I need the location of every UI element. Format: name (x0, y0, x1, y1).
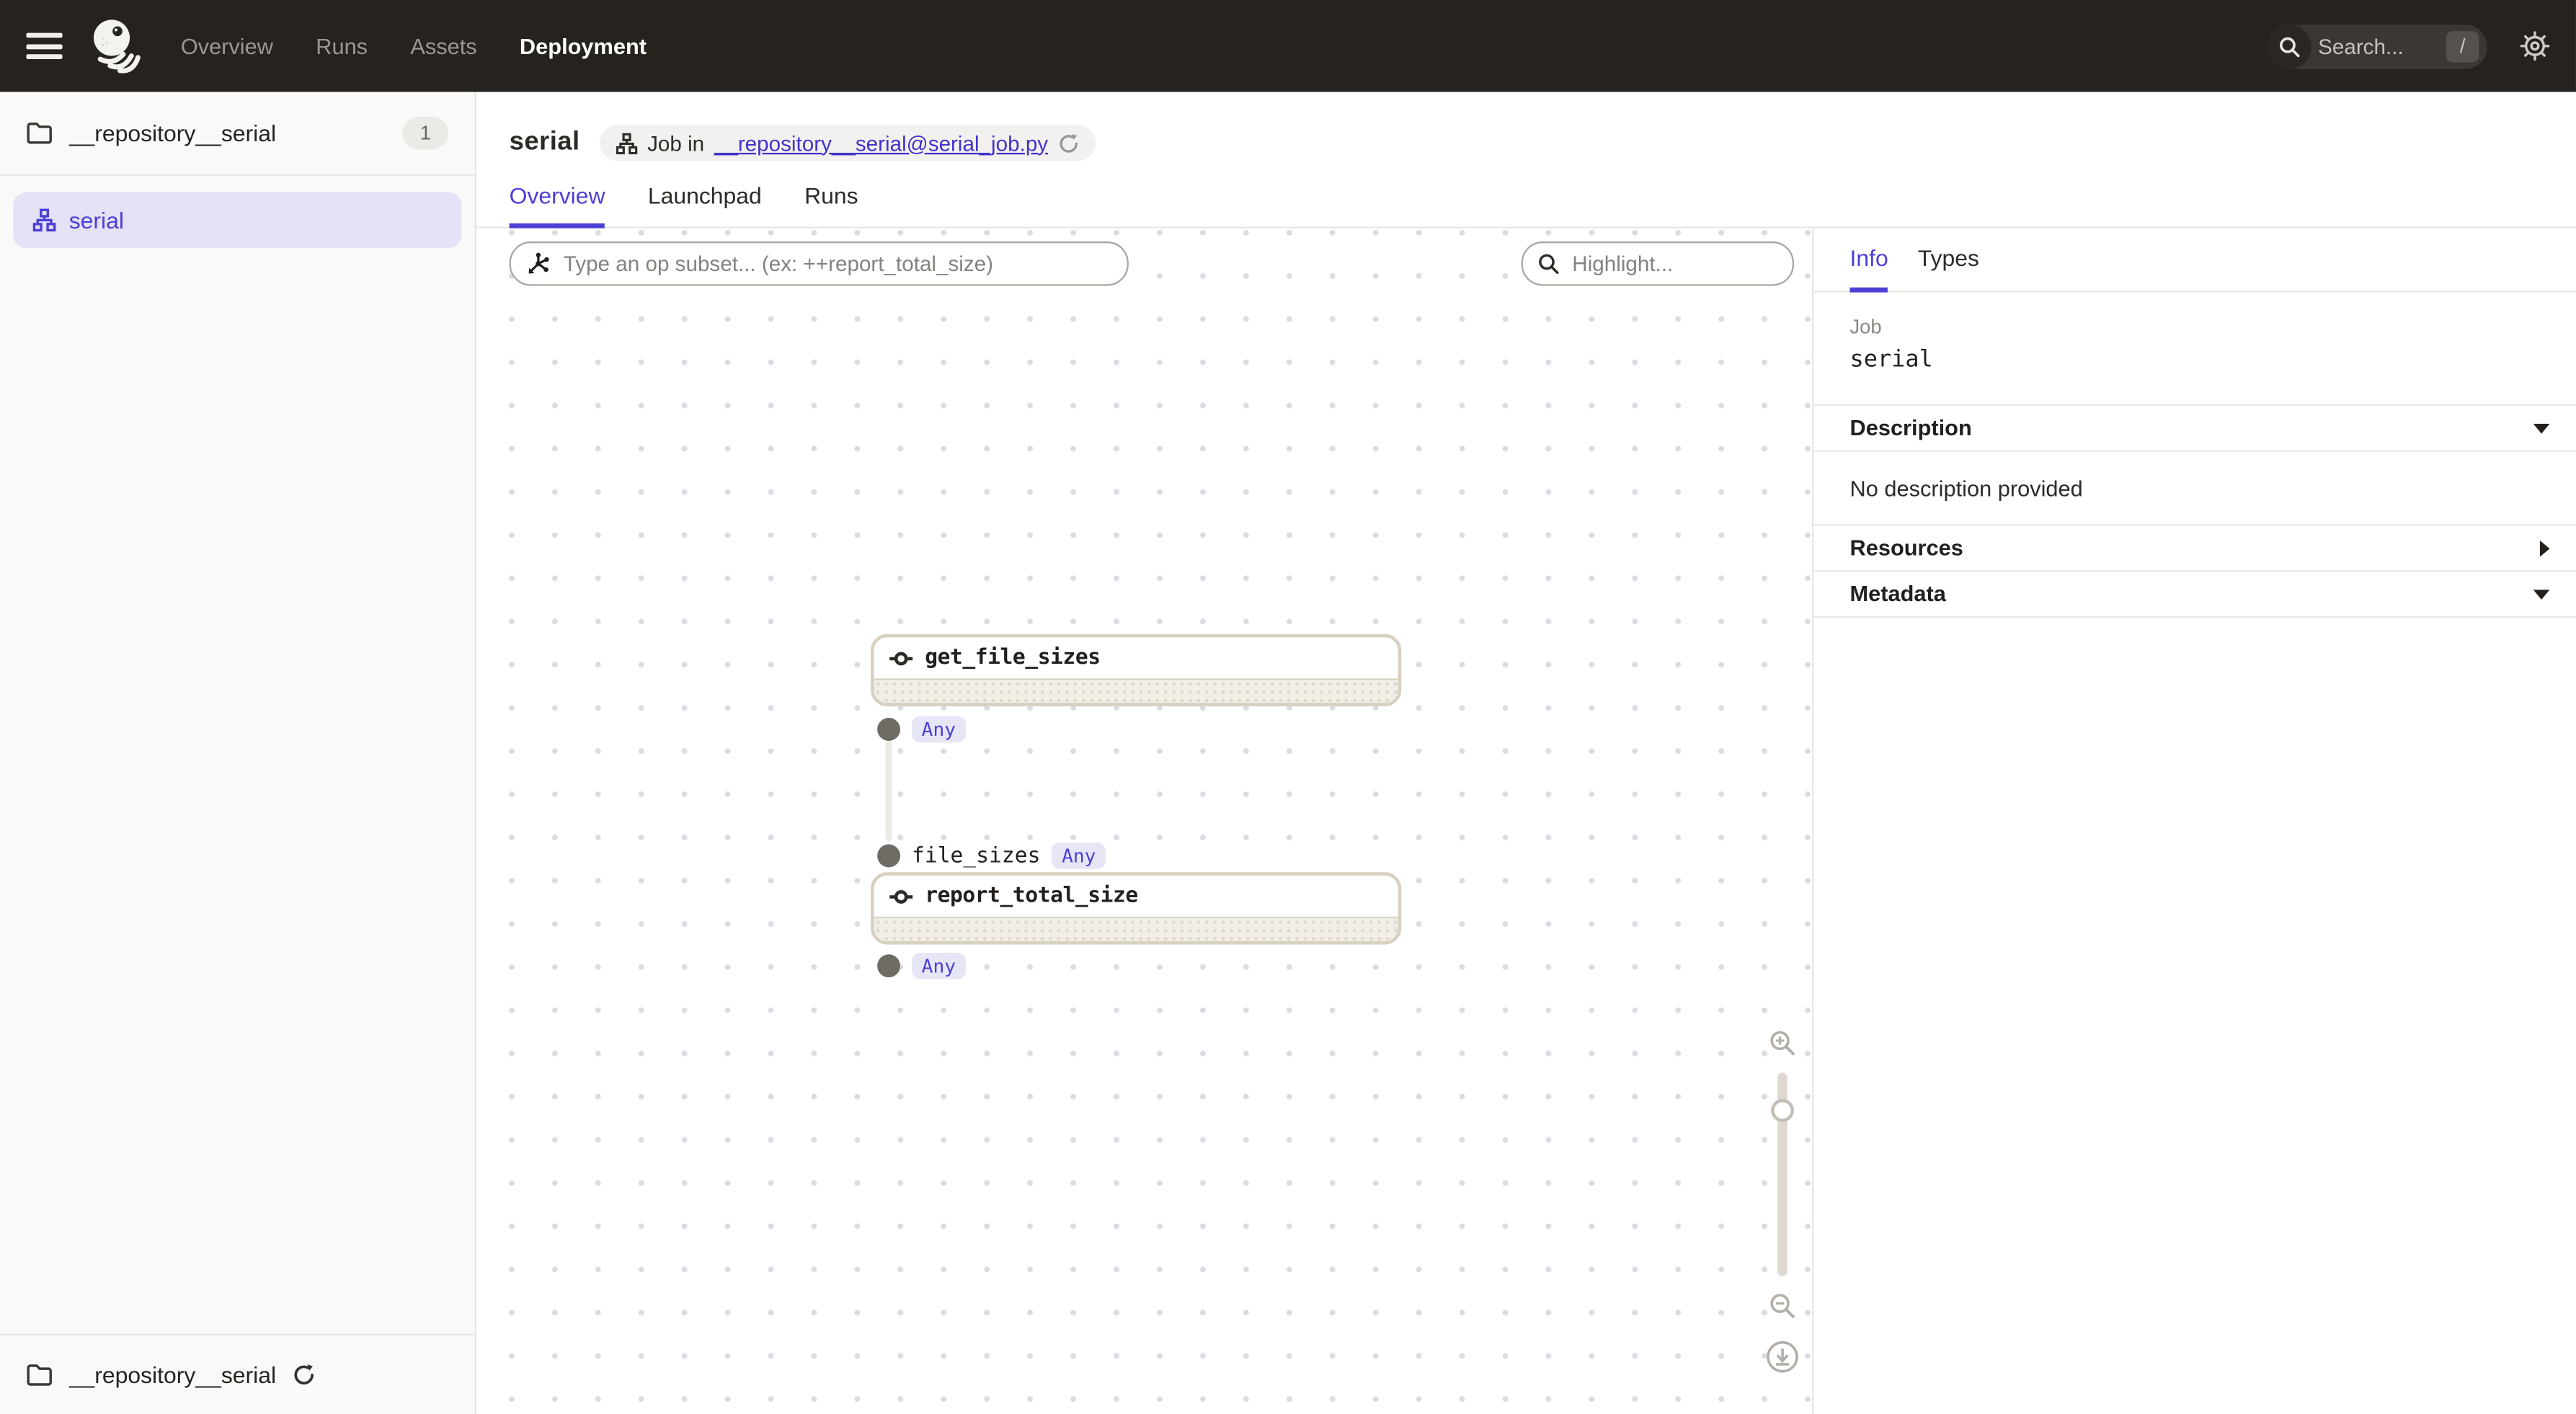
folder-icon (26, 122, 52, 145)
op-node-get-file-sizes[interactable]: get_file_sizes (871, 634, 1401, 706)
op-graph-canvas[interactable]: get_file_sizes Any file_sizes Any (476, 228, 1812, 1414)
tab-overview[interactable]: Overview (510, 182, 605, 228)
info-panel: Info Types Job serial Description No des… (1812, 228, 2576, 1414)
job-tabs: Overview Launchpad Runs (476, 182, 2576, 228)
op-node-name: get_file_sizes (925, 646, 1100, 670)
nav-item-assets[interactable]: Assets (410, 34, 476, 58)
section-description[interactable]: Description (1813, 404, 2576, 450)
op-node-name: report_total_size (925, 884, 1138, 908)
op-icon (889, 646, 913, 670)
nav-item-deployment[interactable]: Deployment (520, 34, 647, 58)
sidebar-footer: __repository__serial (0, 1334, 475, 1414)
zoom-slider-handle[interactable] (1771, 1099, 1794, 1122)
zoom-slider[interactable] (1777, 1072, 1787, 1276)
output-port-row: Any (877, 716, 966, 742)
output-port (877, 954, 900, 977)
tab-types[interactable]: Types (1918, 245, 1979, 293)
op-subset-input[interactable] (560, 249, 1112, 277)
caret-down-icon (2533, 589, 2550, 599)
type-badge[interactable]: Any (912, 716, 966, 742)
section-title: Metadata (1849, 582, 1945, 606)
search-shortcut-badge: / (2446, 30, 2479, 61)
job-count-badge: 1 (402, 117, 448, 150)
divider (1813, 616, 2576, 618)
job-tag-prefix: Job in (647, 130, 704, 155)
search-input[interactable] (2311, 34, 2446, 58)
type-badge[interactable]: Any (912, 953, 966, 979)
search-icon (1537, 253, 1559, 275)
sidebar: __repository__serial 1 serial (0, 92, 476, 1414)
dagster-logo-icon[interactable] (89, 17, 148, 76)
sidebar-item-label: serial (69, 207, 124, 233)
search-icon (2267, 24, 2311, 68)
tab-info[interactable]: Info (1849, 245, 1888, 293)
type-badge[interactable]: Any (1052, 842, 1106, 868)
nav-item-runs[interactable]: Runs (316, 34, 368, 58)
main-content: serial Job in __repository__serial@seria… (476, 92, 2576, 1414)
section-resources[interactable]: Resources (1813, 524, 2576, 570)
op-node-config-strip (874, 917, 1398, 943)
job-file-link[interactable]: __repository__serial@serial_job.py (714, 130, 1048, 155)
zoom-in-icon[interactable] (1769, 1030, 1795, 1056)
job-origin-tag: Job in __repository__serial@serial_job.p… (600, 125, 1096, 161)
job-label: Job (1849, 316, 2539, 339)
job-icon (33, 208, 56, 231)
caret-right-icon (2540, 540, 2550, 556)
caret-down-icon (2533, 423, 2550, 433)
zoom-out-icon[interactable] (1769, 1293, 1795, 1319)
footer-repository-name: __repository__serial (69, 1362, 276, 1388)
reload-icon[interactable] (1058, 132, 1080, 154)
input-port-row: file_sizes Any (877, 842, 1106, 868)
edge-connector (886, 741, 892, 841)
op-node-report-total-size[interactable]: report_total_size (871, 872, 1401, 944)
input-port (877, 845, 900, 868)
tab-launchpad[interactable]: Launchpad (648, 182, 762, 228)
hamburger-menu-icon[interactable] (26, 33, 62, 59)
recenter-download-icon[interactable] (1766, 1340, 1799, 1374)
section-metadata[interactable]: Metadata (1813, 570, 2576, 616)
page-header: serial Job in __repository__serial@seria… (476, 92, 2576, 173)
dagster-app: Overview Runs Assets Deployment / (0, 0, 2576, 1414)
job-name: serial (1849, 347, 2539, 373)
section-title: Description (1849, 416, 1971, 440)
tab-runs[interactable]: Runs (804, 182, 858, 228)
op-subset-filter[interactable] (510, 241, 1129, 286)
folder-icon (26, 1364, 52, 1387)
reload-icon[interactable] (293, 1364, 316, 1387)
top-nav: Overview Runs Assets Deployment / (0, 0, 2576, 92)
section-title: Resources (1849, 535, 1963, 560)
repository-header[interactable]: __repository__serial 1 (0, 92, 475, 174)
settings-gear-icon[interactable] (2520, 31, 2549, 61)
repository-name: __repository__serial (69, 120, 386, 146)
highlight-filter[interactable] (1522, 241, 1794, 286)
page-title: serial (510, 128, 580, 158)
output-port-row: Any (877, 953, 966, 979)
job-icon (616, 132, 638, 154)
panel-tabs: Info Types (1813, 245, 2576, 293)
nav-item-overview[interactable]: Overview (181, 34, 273, 58)
global-search[interactable]: / (2267, 24, 2487, 68)
highlight-input[interactable] (1569, 249, 1777, 277)
op-node-config-strip (874, 678, 1398, 704)
op-icon (889, 884, 913, 907)
zoom-controls (1759, 1030, 1806, 1373)
description-body: No description provided (1813, 450, 2576, 525)
input-port-label: file_sizes (912, 843, 1040, 868)
primary-nav: Overview Runs Assets Deployment (181, 34, 647, 58)
op-selector-icon (525, 252, 550, 276)
job-summary: Job serial (1813, 293, 2576, 404)
output-port (877, 718, 900, 741)
sidebar-item-serial[interactable]: serial (13, 192, 461, 248)
